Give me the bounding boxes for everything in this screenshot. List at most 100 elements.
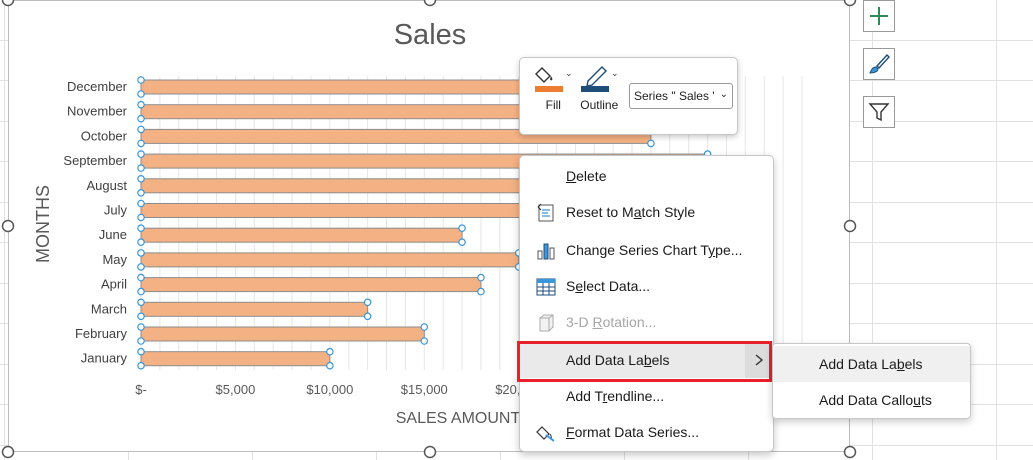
excel-workspace: Sales MONTHS SALES AMOUNT $- $5,000 $10,00… <box>0 0 1033 460</box>
series-selector[interactable]: Series " Sales ' ⌄ <box>629 83 733 109</box>
bar-selection-handle[interactable] <box>363 312 372 321</box>
chart-filters-button[interactable] <box>863 96 895 128</box>
y-axis-title[interactable]: MONTHS <box>33 185 53 263</box>
bar-selection-handle[interactable] <box>137 273 145 282</box>
menu-item-add-data-labels[interactable]: Add Data Labels <box>520 342 773 378</box>
x-tick-label: $10,000 <box>306 382 353 397</box>
y-category-label: January <box>81 351 128 366</box>
submenu-item-add-data-callouts[interactable]: Add Data Callouts <box>773 382 970 418</box>
bar-selection-handle[interactable] <box>137 90 145 98</box>
menu-item-label: Change Series Chart Type... <box>566 242 743 258</box>
chart-elements-button[interactable] <box>863 0 895 32</box>
bar-august[interactable] <box>140 178 557 194</box>
chart-styles-button[interactable] <box>863 48 895 80</box>
format-mini-toolbar: ⌄ Fill ⌄ Outline Series " Sales ' ⌄ <box>519 57 738 135</box>
chevron-down-icon: ⌄ <box>719 89 728 100</box>
bar-selection-handle[interactable] <box>137 139 145 148</box>
outline-color-swatch <box>581 86 609 92</box>
bar-february[interactable] <box>140 326 425 342</box>
y-category-label: June <box>99 227 127 242</box>
chevron-down-icon[interactable]: ⌄ <box>565 68 573 79</box>
submenu-item-add-data-labels[interactable]: Add Data Labels <box>773 346 970 382</box>
chart-resize-handle[interactable] <box>1 0 15 7</box>
bar-selection-handle[interactable] <box>137 323 145 331</box>
menu-item-3d-rotation[interactable]: 3-D Rotation... <box>520 304 773 340</box>
bar-march[interactable] <box>140 301 369 317</box>
chart-resize-handle[interactable] <box>843 0 857 7</box>
menu-item-delete[interactable]: Delete <box>520 158 773 194</box>
bar-may[interactable] <box>140 252 520 268</box>
menu-item-add-trendline[interactable]: Add Trendline... <box>520 378 773 414</box>
filter-icon <box>868 103 890 122</box>
bar-selection-handle[interactable] <box>137 347 145 356</box>
y-category-label: September <box>63 153 127 168</box>
bar-selection-handle[interactable] <box>137 213 145 222</box>
bar-selection-handle[interactable] <box>137 150 145 158</box>
chart-type-icon <box>536 241 556 261</box>
bar-selection-handle[interactable] <box>137 199 145 208</box>
bar-selection-handle[interactable] <box>363 298 372 307</box>
outline-label: Outline <box>580 98 619 112</box>
bar-april[interactable] <box>140 277 482 293</box>
x-tick-label: $15,000 <box>401 382 448 397</box>
chart-resize-handle[interactable] <box>1 219 15 233</box>
fill-button[interactable]: ⌄ Fill <box>534 64 573 112</box>
chart-resize-handle[interactable] <box>843 445 857 459</box>
fill-label: Fill <box>545 98 561 112</box>
bar-selection-handle[interactable] <box>137 287 145 296</box>
bar-selection-handle[interactable] <box>137 125 145 134</box>
bar-selection-handle[interactable] <box>647 139 655 148</box>
chart-resize-handle[interactable] <box>843 219 857 233</box>
submenu-item-label: Add Data Labels <box>819 356 923 372</box>
bar-selection-handle[interactable] <box>326 361 334 370</box>
x-axis-title[interactable]: SALES AMOUNT <box>396 410 521 427</box>
bar-selection-handle[interactable] <box>137 238 145 247</box>
menu-item-select-data[interactable]: Select Data... <box>520 268 773 304</box>
outline-button[interactable]: ⌄ Outline <box>580 64 619 112</box>
y-category-label: July <box>104 203 128 218</box>
bar-selection-handle[interactable] <box>477 273 485 282</box>
bar-selection-handle[interactable] <box>420 337 429 345</box>
chevron-down-icon[interactable]: ⌄ <box>611 68 619 79</box>
pen-icon <box>581 66 609 92</box>
bar-selection-handle[interactable] <box>137 189 145 197</box>
bar-selection-handle[interactable] <box>137 164 145 172</box>
chevron-right-icon <box>745 342 773 378</box>
y-category-label: April <box>101 277 127 292</box>
bar-selection-handle[interactable] <box>137 337 145 345</box>
y-axis-categories: December November October September August Ju… <box>63 79 127 366</box>
bar-selection-handle[interactable] <box>137 263 145 271</box>
bar-selection-handle[interactable] <box>137 224 145 233</box>
bar-january[interactable] <box>140 351 331 367</box>
y-category-label: May <box>102 252 127 267</box>
chart-resize-handle[interactable] <box>423 445 437 459</box>
menu-item-reset-style[interactable]: Reset to Match Style <box>520 194 773 230</box>
paint-bucket-icon <box>535 67 563 92</box>
bar-selection-handle[interactable] <box>137 361 145 370</box>
bar-selection-handle[interactable] <box>420 323 429 331</box>
bar-selection-handle[interactable] <box>137 249 145 257</box>
chart-title[interactable]: Sales <box>394 19 467 51</box>
3d-rotation-icon <box>536 313 556 333</box>
submenu-item-label: Add Data Callouts <box>819 392 932 408</box>
bar-selection-handle[interactable] <box>137 76 145 84</box>
bar-selection-handle[interactable] <box>137 100 145 109</box>
x-tick-label: $- <box>135 382 147 397</box>
bar-selection-handle[interactable] <box>137 312 145 321</box>
menu-item-label: Delete <box>566 168 607 184</box>
bar-selection-handle[interactable] <box>458 238 466 247</box>
bar-june[interactable] <box>140 227 463 243</box>
fill-color-swatch <box>535 86 563 92</box>
menu-item-format-data-series[interactable]: Format Data Series... <box>520 414 773 450</box>
bar-selection-handle[interactable] <box>137 175 145 183</box>
select-data-icon <box>536 277 556 297</box>
bar-selection-handle[interactable] <box>137 114 145 123</box>
bar-selection-handle[interactable] <box>477 287 485 296</box>
bar-selection-handle[interactable] <box>137 298 145 307</box>
chart-resize-handle[interactable] <box>423 0 437 7</box>
bar-selection-handle[interactable] <box>458 224 466 233</box>
y-category-label: December <box>67 79 128 94</box>
chart-resize-handle[interactable] <box>1 445 15 459</box>
bar-selection-handle[interactable] <box>326 347 334 356</box>
menu-item-change-chart-type[interactable]: Change Series Chart Type... <box>520 232 773 268</box>
